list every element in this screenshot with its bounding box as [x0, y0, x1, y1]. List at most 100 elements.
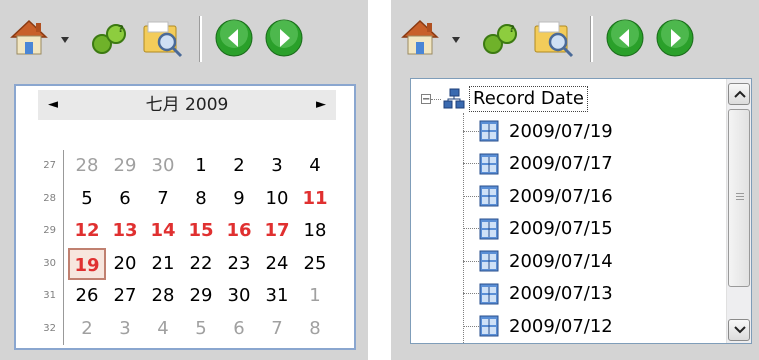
scroll-thumb[interactable]	[728, 109, 750, 287]
tree-item[interactable]: 2009/07/19	[463, 115, 613, 147]
day-cell[interactable]: 24	[258, 248, 296, 281]
home-button[interactable]	[401, 18, 439, 58]
tree-item[interactable]: 2009/07/15	[463, 213, 613, 245]
day-cell[interactable]: 11	[296, 183, 334, 216]
dropdown-arrow-icon	[452, 37, 460, 43]
day-cell[interactable]: 26	[68, 280, 106, 313]
day-cell[interactable]: 28	[144, 280, 182, 313]
day-cell[interactable]: 5	[182, 313, 220, 346]
tree-root-node[interactable]: − Record Date	[421, 85, 588, 113]
day-cell[interactable]: 12	[68, 215, 106, 248]
tree-connector	[463, 130, 479, 132]
day-cell[interactable]: 30	[220, 280, 258, 313]
day-cell[interactable]: 20	[106, 248, 144, 281]
day-cell[interactable]: 2	[68, 313, 106, 346]
day-cell[interactable]: 6	[106, 183, 144, 216]
day-cell[interactable]: 29	[182, 280, 220, 313]
tree-item[interactable]: 2009/07/14	[463, 245, 613, 277]
back-icon	[215, 19, 253, 57]
calendar-date-icon	[479, 218, 499, 239]
link-icon: ?	[92, 24, 126, 54]
chevron-down-icon	[734, 326, 746, 334]
selected-day-cell[interactable]: 19	[68, 247, 106, 280]
day-cell[interactable]: 4	[296, 150, 334, 183]
day-cell[interactable]: 5	[68, 183, 106, 216]
next-month-button[interactable]: ►	[306, 90, 336, 120]
tree-item[interactable]: 2009/07/17	[463, 148, 613, 180]
week-number-column: 27 28 29 30 31 32	[34, 150, 60, 345]
tree-item[interactable]: 2009/07/12	[463, 310, 613, 342]
home-dropdown[interactable]	[451, 35, 461, 45]
week-number: 30	[43, 257, 56, 269]
day-cell[interactable]: 31	[258, 280, 296, 313]
day-cell[interactable]: 15	[182, 215, 220, 248]
home-button[interactable]	[10, 18, 48, 58]
day-cell[interactable]: 29	[106, 150, 144, 183]
tree-connector	[463, 195, 479, 197]
tree-item[interactable]: 2009/07/16	[463, 180, 613, 212]
day-cell[interactable]: 22	[182, 248, 220, 281]
day-cell[interactable]: 7	[258, 313, 296, 346]
calendar-date-icon	[479, 153, 499, 174]
day-cell[interactable]: 1	[182, 150, 220, 183]
collapse-toggle[interactable]: −	[421, 94, 431, 105]
back-button[interactable]	[605, 18, 645, 58]
scroll-down-button[interactable]	[728, 319, 750, 341]
vertical-scrollbar[interactable]	[726, 79, 751, 343]
day-cell[interactable]: 10	[258, 183, 296, 216]
day-cell[interactable]: 28	[68, 150, 106, 183]
tree-item-label: 2009/07/13	[509, 283, 613, 304]
tree-connector	[463, 325, 479, 327]
forward-icon	[656, 19, 694, 57]
scroll-up-button[interactable]	[728, 83, 750, 105]
forward-button[interactable]	[264, 18, 304, 58]
day-cell[interactable]: 25	[296, 248, 334, 281]
tree-connector	[431, 98, 441, 100]
day-cell[interactable]: 14	[144, 215, 182, 248]
week-divider	[63, 150, 64, 345]
day-cell[interactable]: 18	[296, 215, 334, 248]
hierarchy-icon	[443, 88, 465, 109]
day-cell[interactable]: 4	[144, 313, 182, 346]
forward-button[interactable]	[655, 18, 695, 58]
toolbar-separator	[590, 16, 593, 62]
day-cell[interactable]: 27	[106, 280, 144, 313]
tree-item-label: 2009/07/14	[509, 250, 613, 272]
day-cell[interactable]: 3	[106, 313, 144, 346]
month-title[interactable]: 七月 2009	[78, 90, 296, 120]
back-button[interactable]	[214, 18, 254, 58]
day-cell[interactable]: 30	[144, 150, 182, 183]
prev-month-button[interactable]: ◄	[38, 90, 68, 120]
home-icon	[10, 19, 48, 55]
week-number: 28	[43, 192, 56, 204]
day-cell[interactable]: 13	[106, 215, 144, 248]
day-cell[interactable]: 8	[182, 183, 220, 216]
toolbar: ?	[391, 0, 759, 78]
connect-button[interactable]: ?	[479, 18, 523, 58]
day-cell[interactable]: 1	[296, 280, 334, 313]
day-cell[interactable]: 21	[144, 248, 182, 281]
search-button[interactable]	[140, 18, 188, 58]
day-cell[interactable]: 17	[258, 215, 296, 248]
day-cell[interactable]: 8	[296, 313, 334, 346]
day-cell[interactable]: 23	[220, 248, 258, 281]
search-button[interactable]	[531, 18, 579, 58]
home-dropdown[interactable]	[60, 35, 70, 45]
day-cell[interactable]: 16	[220, 215, 258, 248]
day-cell[interactable]: 3	[258, 150, 296, 183]
connect-button[interactable]: ?	[88, 18, 132, 58]
day-cell[interactable]: 7	[144, 183, 182, 216]
grip-icon	[736, 193, 744, 201]
week-number: 27	[43, 160, 56, 171]
calendar-date-icon	[479, 185, 499, 207]
tree-item-label: 2009/07/16	[509, 185, 613, 207]
calendar-date-icon	[479, 283, 499, 304]
day-cell[interactable]: 6	[220, 313, 258, 346]
tree-item[interactable]: 2009/07/13	[463, 278, 613, 310]
tree-connector	[463, 163, 479, 164]
forward-icon	[265, 19, 303, 57]
record-date-tree: − Record Date 2009/07/19 2009/07/17 2009/0…	[410, 78, 752, 344]
day-cell[interactable]: 9	[220, 183, 258, 216]
day-cell[interactable]: 2	[220, 150, 258, 183]
tree-root-label: Record Date	[469, 86, 588, 112]
